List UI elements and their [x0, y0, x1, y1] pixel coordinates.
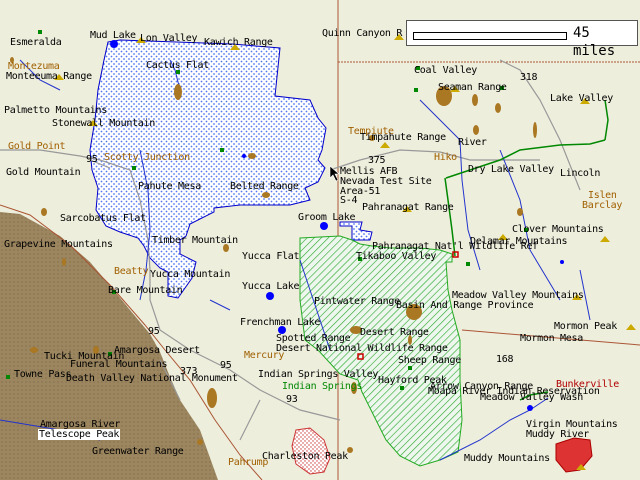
label-s4[interactable]: S-4 [340, 195, 357, 206]
label-pahute-mesa[interactable]: Pahute Mesa [138, 181, 201, 192]
label-telescope-peak[interactable]: Telescope Peak [38, 429, 121, 440]
label-dry-lake-valley[interactable]: Dry Lake Valley [468, 164, 554, 175]
label-death-valley-nm[interactable]: Death Valley National Monument [66, 373, 238, 384]
label-groom-lake[interactable]: Groom Lake [298, 212, 356, 223]
label-meadow-valley-wash[interactable]: Meadow Valley Wash [480, 392, 583, 403]
label-mormon-mesa[interactable]: Mormon Mesa [520, 333, 583, 344]
highway-95-shield: 95 [148, 326, 160, 337]
label-montezuma-range[interactable]: Monteeuma Range [6, 71, 92, 82]
label-muddy-mountains[interactable]: Muddy Mountains [464, 453, 550, 464]
label-funeral-mountains[interactable]: Funeral Mountains [70, 359, 168, 370]
label-desert-nwr[interactable]: Desert National Wildlife Range [276, 343, 448, 354]
label-desert-range[interactable]: Desert Range [360, 327, 429, 338]
label-river[interactable]: River [458, 137, 487, 148]
scale-bar-label: 45 miles [573, 25, 616, 59]
label-yucca-mountain[interactable]: Yucca Mountain [150, 269, 230, 280]
highway-375-shield: 375 [368, 155, 386, 166]
label-mud-lake[interactable]: Mud Lake [90, 30, 136, 41]
label-tikaboo-valley[interactable]: Tikaboo Valley [356, 251, 436, 262]
label-stonewall-mountain[interactable]: Stonewall Mountain [52, 118, 155, 129]
label-towne-pass[interactable]: Towne Pass [14, 369, 72, 380]
label-belted-range[interactable]: Belted Range [230, 181, 299, 192]
label-pahranagat-range[interactable]: Pahranagat Range [362, 202, 454, 213]
label-sheep-range[interactable]: Sheep Range [398, 355, 461, 366]
label-lincoln[interactable]: Lincoln [560, 168, 600, 179]
label-gold-point[interactable]: Gold Point [8, 141, 66, 152]
label-barclay[interactable]: Barclay [582, 200, 622, 211]
highway-95-shield: 95 [220, 360, 232, 371]
label-pintwater-range[interactable]: Pintwater Range [314, 296, 400, 307]
label-palmetto-mountains[interactable]: Palmetto Mountains [4, 105, 107, 116]
label-mormon-peak[interactable]: Mormon Peak [554, 321, 617, 332]
label-pahrump[interactable]: Pahrump [228, 457, 268, 468]
label-amargosa-desert[interactable]: Amargosa Desert [114, 345, 200, 356]
label-timber-mountain[interactable]: Timber Mountain [152, 235, 238, 246]
label-hiko[interactable]: Hiko [434, 152, 457, 163]
scale-bar: 45 miles [406, 20, 638, 59]
label-lon-valley[interactable]: Lon Valley [140, 33, 198, 44]
label-charleston-peak[interactable]: Charleston Peak [262, 451, 348, 462]
label-bare-mountain[interactable]: Bare Mountain [108, 285, 183, 296]
label-yucca-lake[interactable]: Yucca Lake [242, 281, 300, 292]
label-basin-and-range-province[interactable]: Basin And Range Province [396, 300, 534, 311]
highway-95-shield: 95 [86, 154, 98, 165]
label-scotty[interactable]: Scotty Junction [104, 152, 190, 163]
label-quinn-canyon-range[interactable]: Quinn Canyon R [322, 28, 402, 39]
label-indian-springs-valley[interactable]: Indian Springs Valley [258, 369, 378, 380]
label-kawich-range[interactable]: Kawich Range [204, 37, 273, 48]
label-cactus-flat[interactable]: Cactus Flat [146, 60, 209, 71]
label-gold-mountain[interactable]: Gold Mountain [6, 167, 81, 178]
label-frenchman-lake[interactable]: Frenchman Lake [240, 317, 320, 328]
highway-93-shield: 93 [286, 394, 298, 405]
label-timpahute-range[interactable]: Timpahute Range [360, 132, 446, 143]
label-clover-mountains[interactable]: Clover Mountains [512, 224, 604, 235]
label-coal-valley[interactable]: Coal Valley [414, 65, 477, 76]
scale-bar-graphic [413, 32, 567, 40]
label-greenwater-range[interactable]: Greenwater Range [92, 446, 184, 457]
label-indian-springs[interactable]: Indian Springs [282, 381, 362, 392]
label-mercury[interactable]: Mercury [244, 350, 284, 361]
highway-168-shield: 168 [496, 354, 514, 365]
map-view[interactable]: 45 miles 95 95 95 375 318 93 168 373 Esm… [0, 0, 640, 480]
label-yucca-flat[interactable]: Yucca Flat [242, 251, 300, 262]
label-lake-valley[interactable]: Lake Valley [550, 93, 613, 104]
label-seaman-range[interactable]: Seaman Range [438, 82, 507, 93]
label-sarcobatus-flat[interactable]: Sarcobatus Flat [60, 213, 146, 224]
label-grapevine-mountains[interactable]: Grapevine Mountains [4, 239, 113, 250]
label-beatty[interactable]: Beatty [114, 266, 149, 277]
highway-318-shield: 318 [520, 72, 538, 83]
label-muddy-river[interactable]: Muddy River [526, 429, 589, 440]
label-bunkerville[interactable]: Bunkerville [556, 379, 619, 390]
label-esmeralda[interactable]: Esmeralda [10, 37, 62, 48]
